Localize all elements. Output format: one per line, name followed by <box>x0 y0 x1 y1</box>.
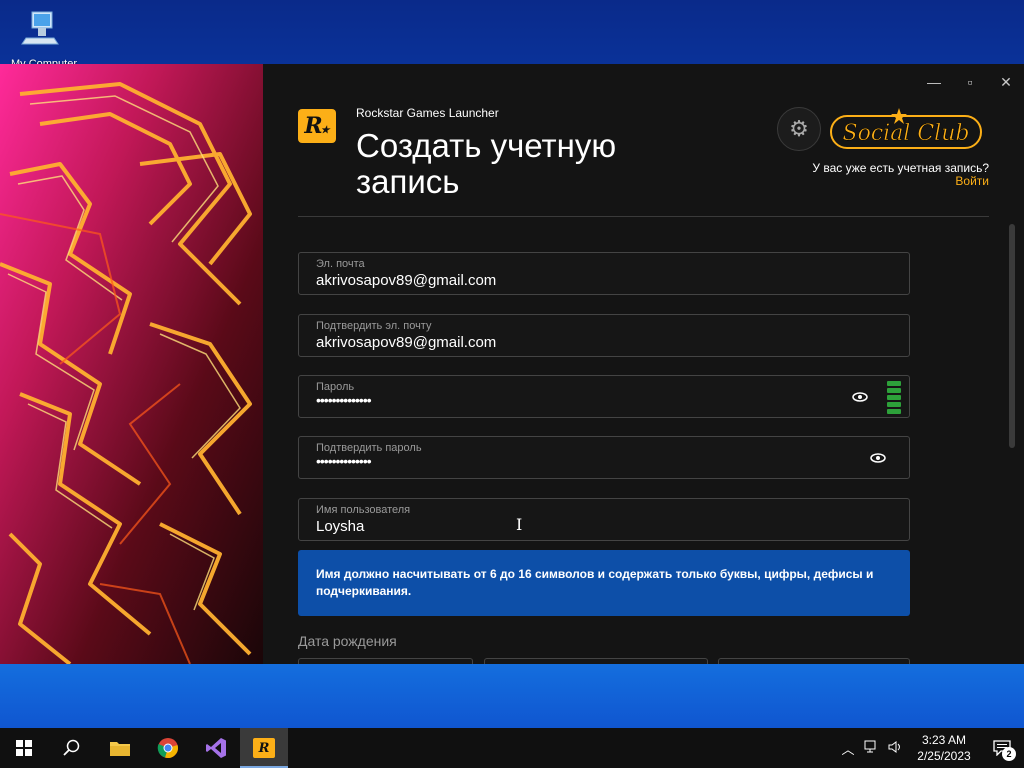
gear-icon: ⚙ <box>789 116 809 141</box>
chrome-icon <box>157 738 178 758</box>
clock-time: 3:23 AM <box>921 733 967 747</box>
visual-studio-button[interactable] <box>192 728 240 768</box>
rockstar-launcher-icon: R <box>253 738 275 758</box>
start-icon <box>16 740 32 756</box>
social-club-logo-text: Social Club <box>843 121 970 146</box>
system-tray: ︿ 3:23 AM 2/25/2023 2 <box>836 728 1024 768</box>
username-value: Loysha <box>316 518 365 535</box>
clock-date: 2/25/2023 <box>917 749 971 763</box>
scrollbar[interactable] <box>1009 224 1015 448</box>
start-button[interactable] <box>0 728 48 768</box>
password-field[interactable]: Пароль •••••••••••••• <box>298 375 910 418</box>
search-icon <box>63 739 80 756</box>
dob-month-select[interactable] <box>484 658 708 664</box>
rockstar-launcher-window: — ▫ ✕ R ★ Rockstar Games Launcher Создать… <box>0 64 1024 664</box>
email-value: akrivosapov89@gmail.com <box>316 272 497 289</box>
volume-icon[interactable] <box>884 740 908 757</box>
create-account-pane: R ★ Rockstar Games Launcher Создать учетн… <box>263 64 1024 664</box>
confirm-email-value: akrivosapov89@gmail.com <box>316 334 497 351</box>
notification-count-badge: 2 <box>1002 747 1016 761</box>
email-label: Эл. почта <box>316 258 365 270</box>
show-confirm-password-eye-icon[interactable] <box>869 450 887 466</box>
have-account-text: У вас уже есть учетная запись? <box>812 161 989 175</box>
my-computer-desktop-icon[interactable]: My Computer <box>11 8 77 70</box>
password-value: •••••••••••••• <box>316 392 372 408</box>
confirm-email-field[interactable]: Подтвердить эл. почту akrivosapov89@gmai… <box>298 314 910 357</box>
text-cursor-icon: I <box>516 515 523 534</box>
rockstar-logo-icon: R ★ <box>298 109 336 143</box>
confirm-password-value: •••••••••••••• <box>316 453 372 469</box>
social-club-logo: Social Club <box>829 108 985 152</box>
confirm-email-label: Подтвердить эл. почту <box>316 320 432 332</box>
username-hint-text: Имя должно насчитывать от 6 до 16 символ… <box>316 567 874 598</box>
file-explorer-icon <box>110 742 130 756</box>
app-title: Rockstar Games Launcher <box>356 106 499 120</box>
taskbar: R ︿ 3:23 AM 2/25/2023 2 <box>0 728 1024 768</box>
password-strength-meter <box>887 381 901 414</box>
username-field[interactable]: Имя пользователя Loysha I <box>298 498 910 541</box>
login-link[interactable]: Войти <box>955 174 989 188</box>
settings-button[interactable]: ⚙ <box>777 107 821 151</box>
page-title: Создать учетную запись <box>356 127 617 200</box>
artwork-panel <box>0 64 263 664</box>
chrome-button[interactable] <box>144 728 192 768</box>
computer-icon <box>18 8 62 48</box>
search-button[interactable] <box>48 728 96 768</box>
network-icon[interactable] <box>860 740 884 757</box>
confirm-password-field[interactable]: Подтвердить пароль •••••••••••••• <box>298 436 910 479</box>
email-field[interactable]: Эл. почта akrivosapov89@gmail.com <box>298 252 910 295</box>
show-password-eye-icon[interactable] <box>851 389 869 405</box>
file-explorer-button[interactable] <box>96 728 144 768</box>
dob-year-select[interactable] <box>718 658 910 664</box>
header-divider <box>298 216 989 217</box>
username-label: Имя пользователя <box>316 504 411 516</box>
rockstar-launcher-button[interactable]: R <box>240 728 288 768</box>
chevron-up-icon[interactable]: ︿ <box>836 739 860 758</box>
dob-day-select[interactable] <box>298 658 473 664</box>
username-hint-box: Имя должно насчитывать от 6 до 16 символ… <box>298 550 910 616</box>
dob-label: Дата рождения <box>298 633 397 649</box>
notification-center-button[interactable]: 2 <box>980 728 1024 768</box>
clock[interactable]: 3:23 AM 2/25/2023 <box>908 732 980 764</box>
visual-studio-icon <box>206 738 226 758</box>
